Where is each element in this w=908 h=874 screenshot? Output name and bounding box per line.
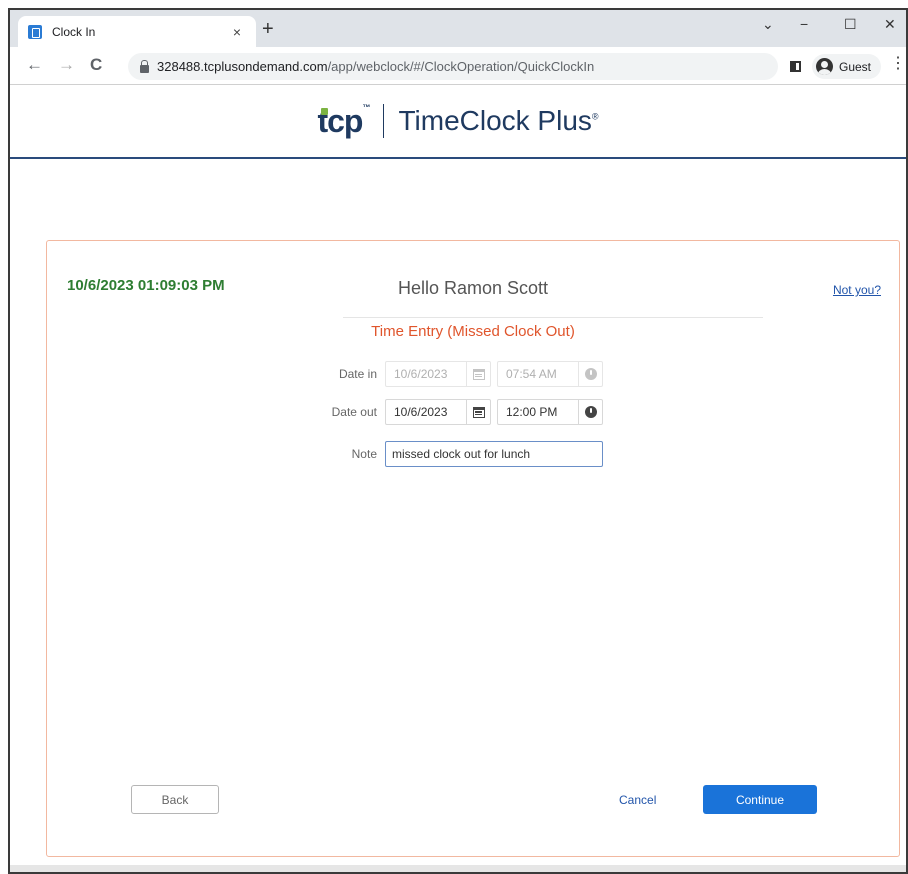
tab-strip: Clock In × + ⌄ − ☐ ✕: [10, 10, 906, 47]
maximize-button[interactable]: ☐: [844, 16, 857, 33]
forward-arrow-icon[interactable]: →: [58, 55, 75, 75]
time-entry-title: Time Entry (Missed Clock Out): [371, 323, 575, 340]
brand-header: tcp™ TimeClock Plus®: [10, 85, 906, 159]
date-out-value: 10/6/2023: [394, 405, 448, 419]
date-in-field: 10/6/2023: [385, 361, 491, 387]
lock-icon: [140, 59, 149, 73]
cancel-button[interactable]: Cancel: [619, 793, 656, 807]
calendar-icon[interactable]: [466, 400, 490, 424]
note-row: Note: [307, 441, 603, 467]
new-tab-button[interactable]: +: [262, 19, 274, 39]
profile-label: Guest: [839, 59, 872, 74]
date-in-row: Date in 10/6/2023 07:54 AM: [307, 361, 603, 387]
note-label: Note: [351, 447, 377, 461]
horizontal-scrollbar[interactable]: [10, 865, 906, 872]
profile-button[interactable]: Guest: [812, 54, 882, 79]
browser-window: Clock In × + ⌄ − ☐ ✕ ← → C 328488.tcplus…: [8, 8, 908, 874]
minimize-button[interactable]: −: [800, 16, 808, 32]
time-in-field: 07:54 AM: [497, 361, 603, 387]
note-input[interactable]: [385, 441, 603, 467]
logo-dot-icon: [321, 107, 329, 115]
not-you-link[interactable]: Not you?: [833, 283, 881, 297]
tab-close-icon[interactable]: ×: [228, 24, 246, 40]
product-name: TimeClock Plus®: [398, 105, 599, 136]
tab-clock-in[interactable]: Clock In ×: [18, 16, 256, 47]
page-content: tcp™ TimeClock Plus® 10/6/2023 01:09:03 …: [10, 85, 906, 865]
date-in-label: Date in: [338, 367, 377, 381]
greeting-divider: [343, 317, 763, 318]
time-in-value: 07:54 AM: [506, 367, 557, 381]
tab-search-chevron-icon[interactable]: ⌄: [762, 16, 774, 33]
clock-icon: [578, 362, 602, 386]
date-in-value: 10/6/2023: [394, 367, 448, 381]
date-out-field[interactable]: 10/6/2023: [385, 399, 491, 425]
logo-divider: [383, 104, 385, 138]
reload-icon[interactable]: C: [90, 55, 102, 75]
tcp-logo: tcp™: [317, 102, 370, 139]
clock-icon[interactable]: [578, 400, 602, 424]
guest-avatar-icon: [816, 58, 833, 75]
time-out-field[interactable]: 12:00 PM: [497, 399, 603, 425]
time-out-value: 12:00 PM: [506, 405, 558, 419]
greeting: Hello Ramon Scott: [397, 278, 549, 298]
date-out-row: Date out 10/6/2023 12:00 PM: [307, 399, 603, 425]
date-out-label: Date out: [331, 405, 377, 419]
url-text: 328488.tcplusondemand.com/app/webclock/#…: [157, 59, 595, 74]
back-arrow-icon[interactable]: ←: [26, 55, 43, 75]
close-window-button[interactable]: ✕: [884, 16, 896, 33]
timeclock-favicon-icon: [28, 24, 42, 39]
browser-menu-icon[interactable]: ⋮: [890, 56, 906, 72]
continue-button[interactable]: Continue: [703, 785, 817, 814]
tab-title: Clock In: [52, 24, 96, 39]
back-button[interactable]: Back: [131, 785, 219, 814]
calendar-icon: [466, 362, 490, 386]
address-bar: ← → C 328488.tcplusondemand.com/app/webc…: [10, 47, 906, 85]
time-entry-card: 10/6/2023 01:09:03 PM Hello Ramon Scott …: [46, 240, 900, 857]
side-panel-icon[interactable]: [790, 61, 801, 72]
url-bar[interactable]: 328488.tcplusondemand.com/app/webclock/#…: [128, 53, 778, 80]
